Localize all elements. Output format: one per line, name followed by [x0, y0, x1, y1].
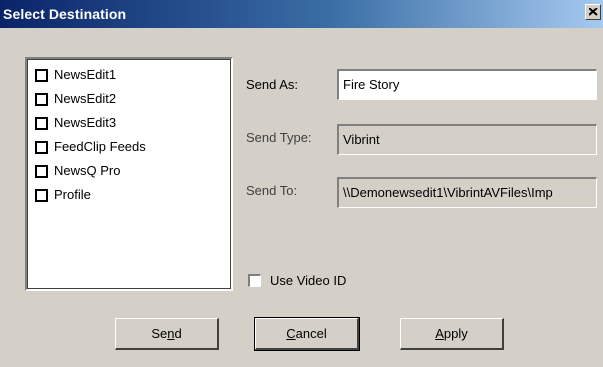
destination-label: NewsEdit3 — [54, 115, 117, 130]
destination-item-newsq-pro[interactable]: NewsQ Pro — [35, 162, 120, 180]
destination-label: FeedClip Feeds — [54, 139, 146, 154]
apply-button[interactable]: Apply — [400, 318, 504, 350]
send-type-label: Send Type: — [246, 130, 312, 145]
destination-label: NewsEdit1 — [54, 67, 117, 82]
destination-label: Profile — [54, 187, 91, 202]
use-video-id-label: Use Video ID — [270, 273, 347, 288]
checkbox[interactable] — [35, 92, 48, 106]
send-to-label: Send To: — [246, 183, 298, 198]
destination-item-newsedit3[interactable]: NewsEdit3 — [35, 114, 116, 132]
close-button[interactable] — [585, 4, 601, 20]
destination-item-newsedit2[interactable]: NewsEdit2 — [35, 90, 116, 108]
send-as-input[interactable]: Fire Story — [337, 69, 597, 100]
send-as-label: Send As: — [246, 77, 299, 92]
send-button[interactable]: Send — [115, 318, 219, 350]
send-to-field: \\Demonewsedit1\VibrintAVFiles\Imp — [337, 177, 597, 208]
window-title: Select Destination — [3, 6, 127, 22]
send-type-field: Vibrint — [337, 124, 597, 155]
checkbox[interactable] — [35, 68, 48, 82]
cancel-button[interactable]: Cancel — [254, 317, 360, 351]
destination-label: NewsEdit2 — [54, 91, 117, 106]
checkbox[interactable] — [35, 164, 48, 178]
checkbox[interactable] — [35, 140, 48, 154]
destination-item-newsedit1[interactable]: NewsEdit1 — [35, 66, 116, 84]
destination-list[interactable]: NewsEdit1 NewsEdit2 NewsEdit3 FeedClip F… — [25, 57, 233, 291]
use-video-id-checkbox[interactable]: Use Video ID — [248, 273, 346, 288]
checkbox[interactable] — [35, 116, 48, 130]
destination-item-profile[interactable]: Profile — [35, 186, 91, 204]
title-bar: Select Destination — [0, 0, 603, 28]
destination-label: NewsQ Pro — [54, 163, 121, 178]
destination-item-feedclip-feeds[interactable]: FeedClip Feeds — [35, 138, 146, 156]
checkbox[interactable] — [248, 274, 261, 287]
checkbox[interactable] — [35, 188, 48, 202]
close-icon — [589, 8, 598, 16]
